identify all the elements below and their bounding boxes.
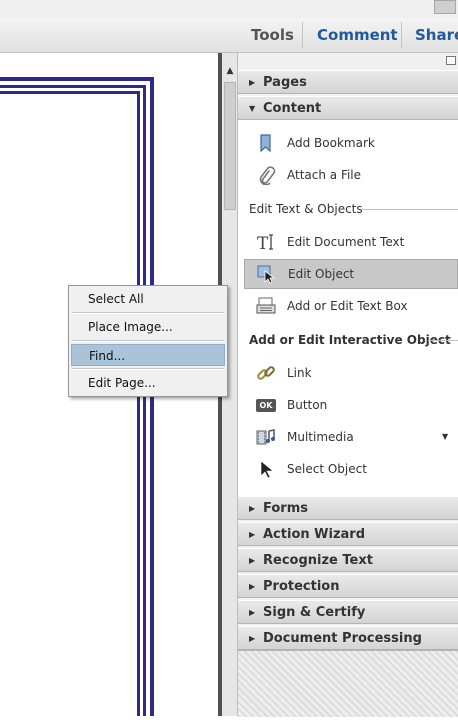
paperclip-icon (259, 166, 276, 185)
chevron-right-icon: ▶ (249, 78, 256, 87)
window-control-button[interactable] (434, 0, 456, 14)
section-pages[interactable]: ▶ Pages (238, 70, 458, 94)
edit-document-text-item[interactable]: T Edit Document Text (244, 228, 458, 256)
panel-options-icon[interactable] (446, 56, 456, 65)
text-cursor-icon: T (257, 234, 273, 252)
menu-separator (72, 340, 224, 342)
toolbar-divider (302, 22, 303, 48)
attach-file-item[interactable]: Attach a File (244, 161, 458, 189)
button-item[interactable]: OK Button (244, 391, 458, 419)
panel-empty-area (238, 650, 458, 717)
scrollbar-thumb[interactable] (224, 82, 236, 210)
object-cursor-icon (257, 265, 276, 284)
section-divider (362, 209, 458, 210)
scroll-up-arrow-icon[interactable]: ▲ (222, 64, 238, 78)
section-document-processing[interactable]: ▶ Document Processing (238, 626, 458, 650)
toolbar-divider (401, 22, 402, 48)
add-bookmark-item[interactable]: Add Bookmark (244, 129, 458, 157)
interactive-object-heading: Add or Edit Interactive Object (249, 333, 451, 347)
chevron-right-icon: ▶ (249, 530, 256, 539)
multimedia-item[interactable]: Multimedia ▼ (244, 423, 458, 451)
arrow-pointer-icon (260, 460, 274, 479)
title-strip (0, 0, 458, 19)
section-protection[interactable]: ▶ Protection (238, 574, 458, 598)
edit-object-item[interactable]: Edit Object (244, 259, 458, 289)
menu-separator (72, 368, 224, 370)
section-recognize-text[interactable]: ▶ Recognize Text (238, 548, 458, 572)
svg-text:T: T (257, 234, 269, 252)
section-forms[interactable]: ▶ Forms (238, 496, 458, 520)
menu-separator (72, 312, 224, 314)
chevron-right-icon: ▶ (249, 504, 256, 513)
section-sign-certify[interactable]: ▶ Sign & Certify (238, 600, 458, 624)
comment-tab[interactable]: Comment (317, 25, 398, 45)
menu-item-find[interactable]: Find... (71, 344, 225, 366)
chain-link-icon (257, 366, 275, 380)
link-item[interactable]: Link (244, 359, 458, 387)
section-content[interactable]: ▼ Content (238, 96, 458, 120)
share-tab[interactable]: Share (415, 25, 458, 45)
dropdown-arrow-icon[interactable]: ▼ (442, 423, 448, 451)
chevron-right-icon: ▶ (249, 608, 256, 617)
ok-button-icon: OK (256, 399, 276, 412)
section-action-wizard[interactable]: ▶ Action Wizard (238, 522, 458, 546)
menu-item-select-all[interactable]: Select All (71, 288, 225, 310)
edit-text-objects-heading: Edit Text & Objects (249, 202, 363, 216)
tools-tab[interactable]: Tools (251, 25, 294, 45)
chevron-down-icon: ▼ (249, 104, 256, 113)
add-edit-text-box-item[interactable]: Add or Edit Text Box (244, 292, 458, 320)
menu-item-place-image[interactable]: Place Image... (71, 316, 225, 338)
menu-item-edit-page[interactable]: Edit Page... (71, 372, 225, 394)
chevron-right-icon: ▶ (249, 582, 256, 591)
film-music-icon (256, 429, 275, 445)
text-box-icon (256, 297, 276, 314)
bookmark-icon (260, 134, 271, 153)
section-divider (428, 340, 458, 341)
select-object-item[interactable]: Select Object (244, 455, 458, 483)
chevron-right-icon: ▶ (249, 556, 256, 565)
chevron-right-icon: ▶ (249, 634, 256, 643)
